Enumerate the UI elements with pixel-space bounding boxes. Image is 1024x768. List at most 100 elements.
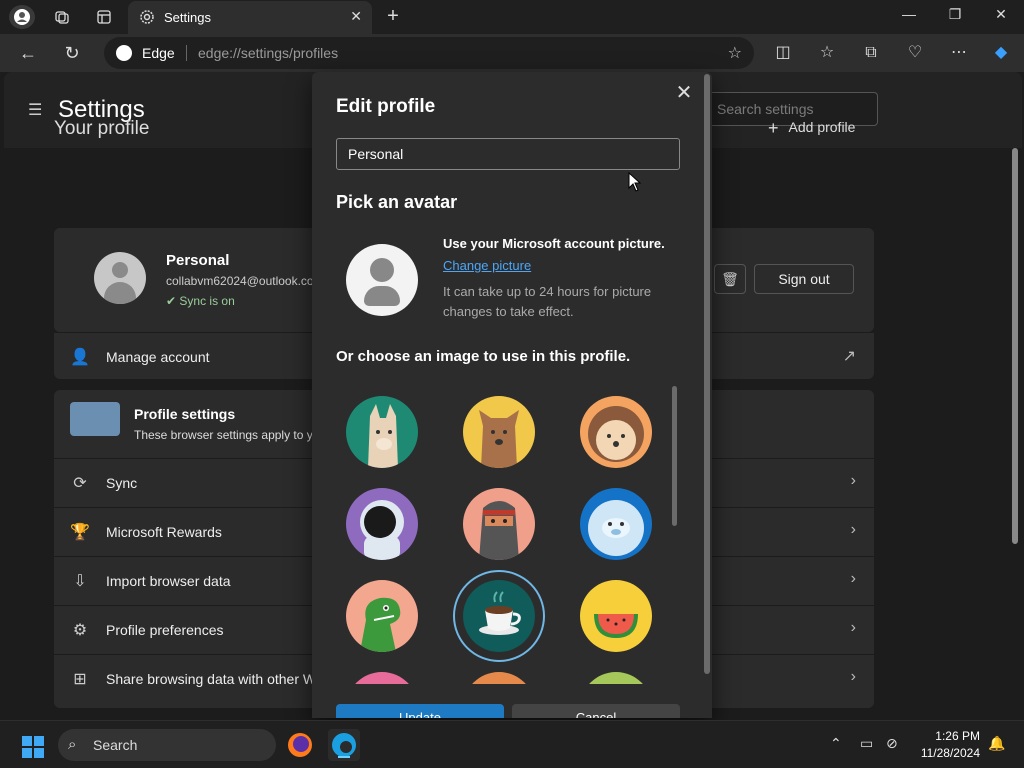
row-label: Microsoft Rewards (106, 524, 222, 540)
copilot-icon[interactable]: ◆ (990, 42, 1012, 64)
avatar-llama[interactable] (346, 396, 418, 468)
avatar-partial-3[interactable] (580, 672, 652, 684)
taskbar-search[interactable]: ⌕ Search (58, 729, 276, 761)
profile-settings-illustration (70, 402, 120, 436)
chevron-up-icon[interactable]: ⌃ (830, 735, 842, 752)
avatar (94, 252, 146, 304)
chevron-right-icon: › (850, 472, 856, 489)
favorite-star-icon[interactable]: ☆ (728, 43, 742, 63)
mouse-cursor-icon (628, 171, 642, 197)
avatar-coffee-cup[interactable] (463, 580, 535, 652)
external-link-icon: ↗ (842, 348, 856, 365)
ms-picture-description: It can take up to 24 hours for picture c… (443, 284, 652, 319)
avatar-grid (312, 386, 680, 684)
vertical-tabs-icon[interactable] (91, 5, 117, 29)
menu-icon[interactable]: ☰ (28, 100, 44, 120)
row-label: Profile preferences (106, 622, 224, 638)
avatar-partial-2[interactable] (463, 672, 535, 684)
pick-avatar-heading: Pick an avatar (336, 192, 458, 212)
avatar-grid-scrollbar[interactable] (672, 386, 677, 526)
change-picture-link[interactable]: Change picture (443, 258, 531, 273)
firefox-icon[interactable] (284, 729, 316, 761)
address-toolbar: ← ↻ Edge edge://settings/profiles ☆ ◫ ☆ … (0, 34, 1024, 72)
address-bar[interactable]: Edge edge://settings/profiles ☆ (104, 37, 754, 69)
edge-taskbar-icon[interactable] (328, 729, 360, 761)
avatar-watermelon[interactable] (580, 580, 652, 652)
page-scrollbar[interactable] (1012, 148, 1018, 544)
clock-date[interactable]: 11/28/2024 (912, 746, 980, 760)
update-button[interactable]: Update (336, 704, 504, 718)
avatar-hedgehog[interactable] (580, 396, 652, 468)
avatar-partial-1[interactable] (346, 672, 418, 684)
search-icon: ⌕ (68, 736, 77, 753)
restore-icon[interactable]: ❐ (940, 6, 970, 23)
refresh-icon[interactable]: ↻ (61, 42, 83, 64)
add-profile-label: Add profile (788, 119, 856, 135)
delete-profile-icon[interactable]: 🗑 (714, 264, 746, 294)
import-icon: ⇩ (73, 573, 87, 590)
choose-image-heading: Or choose an image to use in this profil… (336, 348, 631, 365)
edge-logo-icon (116, 45, 132, 61)
back-icon[interactable]: ← (17, 42, 39, 64)
gear-icon (138, 8, 156, 26)
avatar-yeti[interactable] (580, 488, 652, 560)
trophy-icon: 🏆 (70, 524, 90, 541)
sync-status: ✔ Sync is on (166, 294, 235, 308)
your-profile-heading: Your profile (54, 118, 150, 139)
taskbar-search-label: Search (93, 737, 138, 753)
url-text[interactable]: edge://settings/profiles (198, 45, 338, 61)
avatar-dog[interactable] (463, 396, 535, 468)
tab-settings[interactable]: Settings ✕ (128, 1, 372, 34)
display-icon[interactable]: ▭ (860, 735, 873, 752)
split-screen-icon[interactable]: ◫ (772, 42, 794, 64)
new-tab-button[interactable]: + (382, 5, 404, 28)
profile-email: collabvm62024@outlook.co (166, 274, 314, 288)
profile-settings-title: Profile settings (134, 406, 236, 422)
network-icon[interactable]: ⊘ (886, 735, 898, 752)
profile-avatar-icon[interactable] (9, 5, 35, 29)
add-profile-button[interactable]: + Add profile (768, 118, 855, 139)
collections-icon[interactable]: ⧉ (860, 42, 882, 64)
avatar-dinosaur[interactable] (346, 580, 418, 652)
cancel-button[interactable]: Cancel (512, 704, 680, 718)
title-bar: Settings ✕ + — ❐ ✕ (0, 0, 1024, 34)
search-placeholder: Search settings (717, 101, 814, 117)
chevron-right-icon: › (850, 619, 856, 636)
minimize-icon[interactable]: — (894, 6, 924, 22)
tab-close-icon[interactable]: ✕ (350, 8, 362, 25)
windows-icon: ⊞ (73, 671, 87, 688)
sign-out-button[interactable]: Sign out (754, 264, 854, 294)
row-label: Import browser data (106, 573, 231, 589)
workspaces-icon[interactable] (49, 5, 75, 29)
profile-name: Personal (166, 252, 230, 269)
person-icon: 👤 (70, 349, 90, 366)
taskbar: ⌕ Search ⌃ ▭ ⊘ 1:26 PM 11/28/2024 🔔 (0, 720, 1024, 768)
windows-start-icon[interactable] (21, 735, 44, 758)
close-icon[interactable]: ✕ (674, 80, 694, 105)
favorites-icon[interactable]: ☆ (816, 42, 838, 64)
dialog-title: Edit profile (336, 96, 436, 117)
divider (186, 45, 187, 61)
people-gear-icon: ⚙ (72, 622, 88, 639)
close-window-icon[interactable]: ✕ (986, 6, 1016, 23)
avatar-astronaut[interactable] (346, 488, 418, 560)
plus-icon: + (768, 118, 779, 138)
chevron-right-icon: › (850, 570, 856, 587)
profile-settings-subtitle: These browser settings apply to y (134, 428, 313, 442)
clock-time[interactable]: 1:26 PM (920, 729, 980, 743)
notification-bell-icon[interactable]: 🔔 (988, 735, 1005, 752)
chevron-right-icon: › (850, 668, 856, 685)
ms-account-avatar[interactable] (346, 244, 418, 316)
row-label: Share browsing data with other W (106, 671, 317, 687)
more-menu-icon[interactable]: ⋯ (948, 42, 970, 64)
chevron-right-icon: › (850, 521, 856, 538)
dialog-scrollbar[interactable] (704, 74, 710, 674)
browser-essentials-icon[interactable]: ♡ (904, 42, 926, 64)
tab-title: Settings (164, 10, 211, 25)
avatar-ninja[interactable] (463, 488, 535, 560)
profile-name-field[interactable] (336, 138, 680, 170)
edit-profile-dialog: Edit profile ✕ Pick an avatar Use your M… (312, 72, 712, 718)
row-label: Sync (106, 475, 138, 491)
manage-account-label: Manage account (106, 349, 210, 365)
ms-picture-heading: Use your Microsoft account picture. (443, 236, 665, 251)
